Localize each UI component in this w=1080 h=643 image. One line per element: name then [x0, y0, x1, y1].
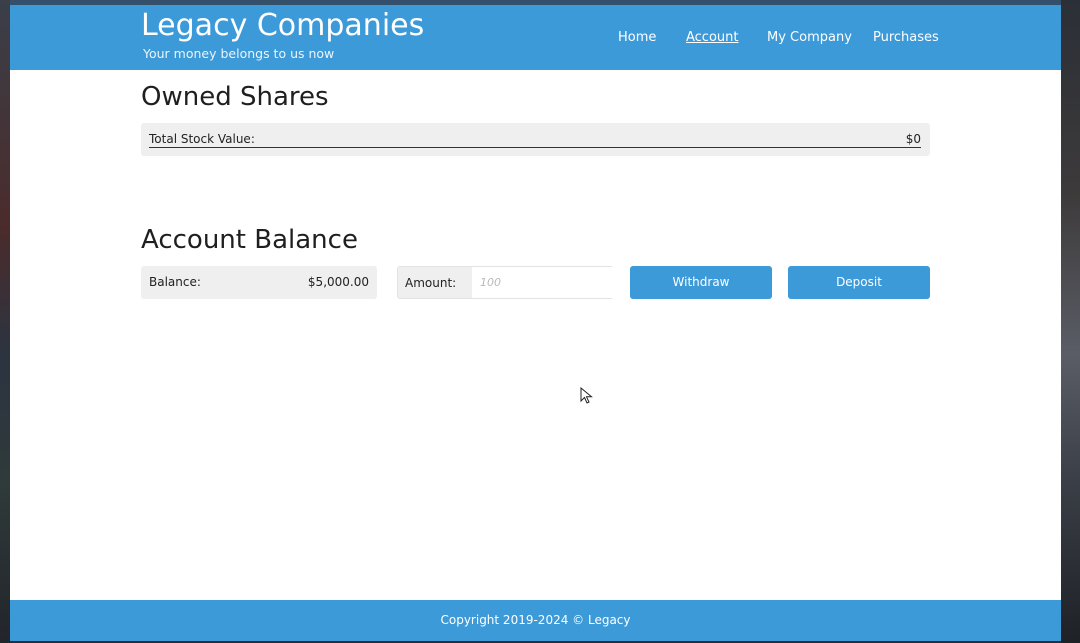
app-window: Legacy Companies Your money belongs to u… [10, 5, 1061, 641]
site-header: Legacy Companies Your money belongs to u… [10, 5, 1061, 70]
background-left [0, 0, 10, 643]
total-stock-panel: Total Stock Value: $0 [141, 123, 930, 156]
deposit-button[interactable]: Deposit [788, 266, 930, 299]
amount-panel: Amount: [397, 266, 614, 299]
main-nav: Home Account My Company Purchases [10, 29, 1061, 49]
site-footer: Copyright 2019-2024 © Legacy [10, 600, 1061, 641]
nav-my-company[interactable]: My Company [767, 29, 852, 47]
owned-shares-title: Owned Shares [141, 82, 329, 112]
withdraw-button[interactable]: Withdraw [630, 266, 772, 299]
total-stock-divider [149, 147, 921, 148]
nav-account[interactable]: Account [686, 29, 739, 47]
balance-panel: Balance: $5,000.00 [141, 266, 377, 299]
mouse-pointer-icon [580, 387, 593, 404]
total-stock-value: $0 [905, 132, 921, 146]
background-right [1061, 0, 1080, 643]
amount-label: Amount: [405, 276, 457, 290]
balance-label: Balance: [149, 275, 201, 289]
amount-input[interactable] [472, 267, 614, 298]
balance-value: $5,000.00 [307, 275, 369, 289]
account-balance-title: Account Balance [141, 225, 358, 255]
nav-home[interactable]: Home [618, 29, 656, 47]
nav-purchases[interactable]: Purchases [873, 29, 939, 47]
total-stock-label: Total Stock Value: [149, 132, 255, 146]
footer-copyright: Copyright 2019-2024 © Legacy [440, 613, 631, 627]
